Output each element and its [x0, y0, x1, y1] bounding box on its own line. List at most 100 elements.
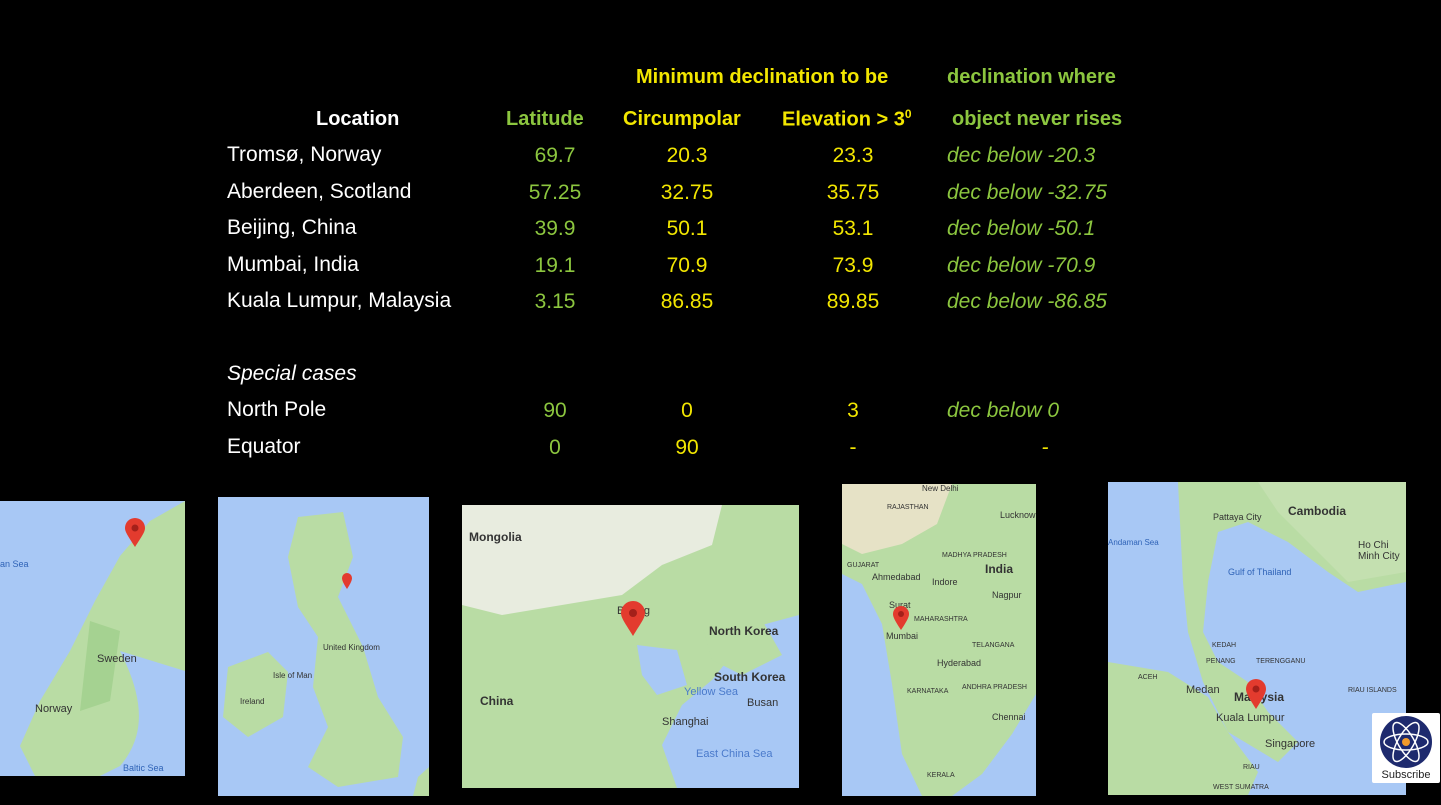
never-rises-cell: dec below 0: [947, 399, 1060, 422]
map-uk: United Kingdom Ireland Isle of Man: [218, 497, 429, 796]
latitude-cell: 39.9: [534, 217, 576, 240]
location-pin-icon: [125, 518, 145, 547]
map-label: KERALA: [927, 772, 955, 779]
location-cell: Kuala Lumpur, Malaysia: [227, 289, 452, 312]
map-label: Mumbai: [886, 631, 919, 641]
circumpolar-cell: 70.9: [666, 254, 708, 277]
header-declination-where: declination where: [947, 66, 1116, 88]
elevation-cell: 73.9: [832, 254, 874, 277]
map-label: MAHARASHTRA: [914, 616, 968, 623]
map-label: Singapore: [1265, 738, 1316, 750]
map-label: TELANGANA: [972, 642, 1015, 649]
atom-logo-icon: [1380, 716, 1432, 768]
header-min-declination: Minimum declination to be: [636, 66, 889, 88]
map-label: Sweden: [97, 653, 137, 665]
map-label: WEST SUMATRA: [1213, 784, 1269, 791]
map-label: Hyderabad: [937, 658, 982, 668]
never-rises-cell: dec below -32.75: [947, 181, 1107, 204]
header-location: Location: [316, 108, 400, 130]
map-label: Isle of Man: [273, 671, 313, 680]
circumpolar-cell: 0: [681, 399, 693, 422]
map-label: Andaman Sea: [1108, 538, 1159, 547]
circumpolar-cell: 32.75: [660, 181, 714, 204]
map-label: KARNATAKA: [907, 688, 949, 695]
map-label: PENANG: [1206, 658, 1236, 665]
never-rises-cell: dec below -50.1: [947, 217, 1096, 240]
location-pin-icon: [621, 601, 645, 636]
location-cell: Beijing, China: [227, 216, 357, 239]
never-rises-cell: -: [1041, 436, 1049, 459]
map-label: Mongolia: [469, 530, 522, 544]
map-label: Pattaya City: [1213, 512, 1262, 522]
map-label: MADHYA PRADESH: [942, 552, 1007, 559]
elevation-cell: 89.85: [826, 290, 880, 313]
circumpolar-cell: 20.3: [666, 144, 708, 167]
map-label: RIAU ISLANDS: [1348, 687, 1397, 694]
map-label: GUJARAT: [847, 562, 880, 569]
circumpolar-cell: 90: [675, 436, 699, 459]
map-label: Ahmedabad: [872, 572, 921, 582]
latitude-cell: 69.7: [534, 144, 576, 167]
elevation-cell: 53.1: [832, 217, 874, 240]
map-label: Lucknow: [1000, 510, 1036, 520]
never-rises-cell: dec below -70.9: [947, 254, 1096, 277]
map-label: Busan: [747, 697, 779, 709]
location-pin-icon: [342, 573, 352, 589]
circumpolar-cell: 86.85: [660, 290, 714, 313]
subscribe-label: Subscribe: [1381, 769, 1431, 781]
map-norway: Sweden Norway Baltic Sea an Sea: [0, 501, 185, 776]
map-label: RAJASTHAN: [887, 504, 929, 511]
map-label: East China Sea: [696, 748, 773, 760]
map-label: Shanghai: [662, 716, 709, 728]
map-label: Norway: [35, 703, 73, 715]
map-label: South Korea: [714, 670, 786, 684]
map-label: Ireland: [240, 697, 265, 706]
header-never-rises: object never rises: [952, 108, 1123, 130]
map-label: Chennai: [992, 712, 1026, 722]
map-label: India: [985, 562, 1014, 576]
map-label: New Delhi: [922, 484, 959, 493]
map-label: North Korea: [709, 624, 779, 638]
special-cases-heading: Special cases: [227, 362, 357, 385]
location-cell: Equator: [227, 435, 301, 458]
latitude-cell: 0: [549, 436, 561, 459]
latitude-cell: 57.25: [528, 181, 582, 204]
header-circumpolar: Circumpolar: [623, 108, 741, 130]
circumpolar-cell: 50.1: [666, 217, 708, 240]
map-label: Gulf of Thailand: [1228, 567, 1292, 577]
map-label: China: [480, 694, 514, 708]
map-label: ACEH: [1138, 674, 1158, 681]
map-label: Medan: [1186, 684, 1220, 696]
map-label: ANDHRA PRADESH: [962, 684, 1027, 691]
header-elevation: Elevation > 30: [782, 107, 912, 131]
map-label: RIAU: [1243, 764, 1260, 771]
location-cell: North Pole: [227, 398, 327, 421]
map-label: Yellow Sea: [684, 686, 739, 698]
map-label: Baltic Sea: [123, 763, 164, 773]
map-label: Ho Chi Minh City: [1358, 540, 1400, 562]
location-cell: Aberdeen, Scotland: [227, 180, 412, 203]
location-cell: Tromsø, Norway: [227, 143, 382, 166]
map-label: Cambodia: [1288, 504, 1347, 518]
map-label: KEDAH: [1212, 642, 1237, 649]
map-label: Nagpur: [992, 590, 1022, 600]
never-rises-cell: dec below -20.3: [947, 144, 1096, 167]
subscribe-button[interactable]: Subscribe: [1372, 713, 1440, 783]
map-label: United Kingdom: [323, 643, 380, 652]
map-label: Kuala Lumpur: [1216, 712, 1285, 724]
never-rises-cell: dec below -86.85: [947, 290, 1107, 313]
map-malaysia: Cambodia Pattaya City Andaman Sea Ho Chi…: [1108, 482, 1406, 795]
location-cell: Mumbai, India: [227, 253, 359, 276]
elevation-cell: 23.3: [832, 144, 874, 167]
elevation-cell: 35.75: [826, 181, 880, 204]
map-label: an Sea: [0, 559, 29, 569]
location-pin-icon: [893, 606, 909, 630]
map-label: Indore: [932, 577, 958, 587]
elevation-cell: -: [849, 436, 857, 459]
latitude-cell: 90: [543, 399, 567, 422]
latitude-cell: 3.15: [534, 290, 576, 313]
map-label: TERENGGANU: [1256, 658, 1306, 665]
location-pin-icon: [1246, 679, 1266, 709]
map-india: New Delhi RAJASTHAN GUJARAT Ahmedabad MA…: [842, 484, 1036, 796]
header-latitude: Latitude: [506, 108, 584, 130]
